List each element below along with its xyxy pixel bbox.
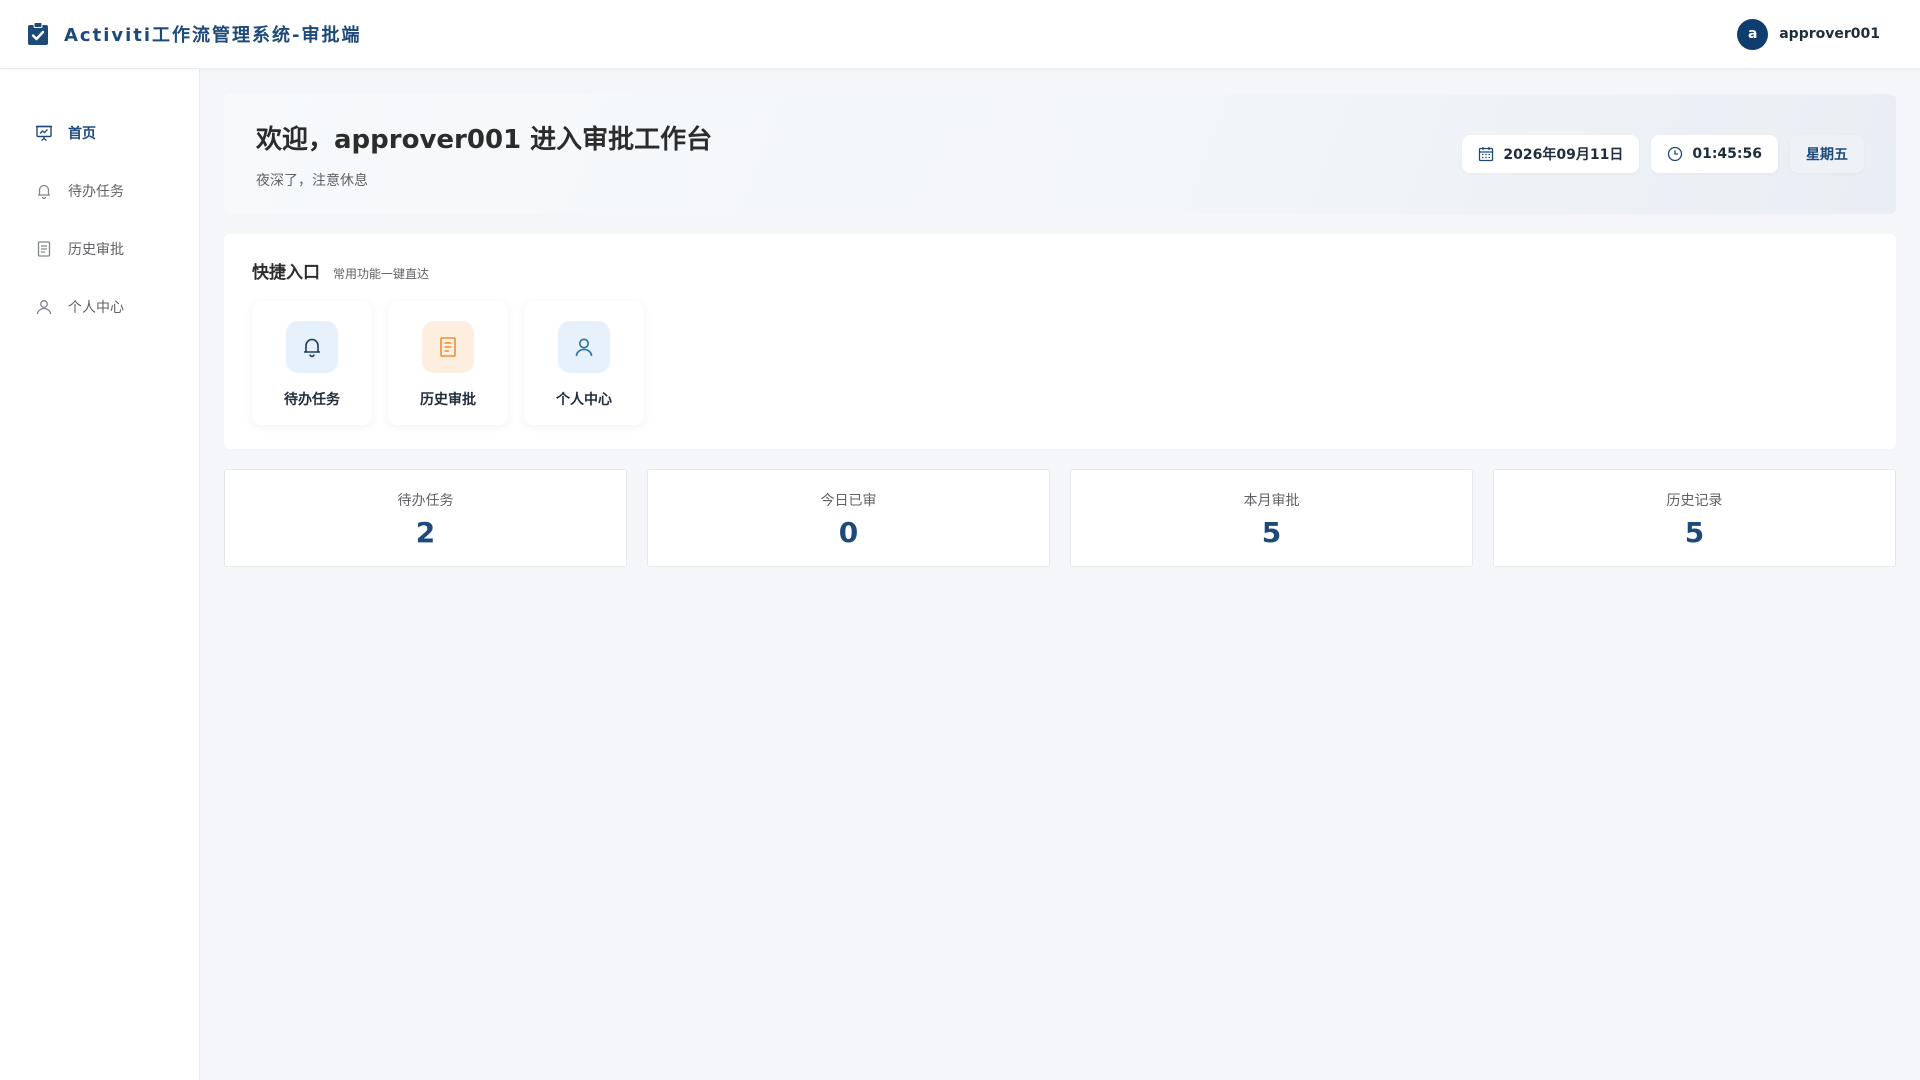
quick-card-todo[interactable]: 待办任务 bbox=[252, 301, 372, 425]
quick-access-title: 快捷入口 bbox=[252, 263, 320, 283]
quick-icon-tile bbox=[558, 321, 610, 373]
main-content: 欢迎，approver001 进入审批工作台 夜深了，注意休息 2026年09月… bbox=[200, 69, 1920, 1080]
bell-icon bbox=[304, 338, 320, 358]
time-text: 01:45:56 bbox=[1692, 146, 1762, 162]
stat-label: 待办任务 bbox=[397, 493, 454, 509]
quick-access-panel: 快捷入口 常用功能一键直达 待办任务 历史审批 个人中心 bbox=[224, 234, 1896, 449]
sidebar-item-home[interactable]: 首页 bbox=[0, 104, 199, 162]
sidebar: 首页 待办任务 历史审批 个人中心 bbox=[0, 69, 200, 1080]
document-icon bbox=[440, 337, 456, 357]
document-icon bbox=[37, 241, 51, 257]
quick-card-label: 待办任务 bbox=[284, 392, 340, 408]
stat-value: 0 bbox=[838, 516, 859, 549]
sidebar-item-todo[interactable]: 待办任务 bbox=[0, 162, 199, 220]
time-chip: 01:45:56 bbox=[1651, 135, 1778, 173]
quick-icon-tile bbox=[286, 321, 338, 373]
user-menu[interactable]: a approver001 bbox=[1737, 18, 1880, 50]
quick-icon-tile bbox=[422, 321, 474, 373]
top-header: Activiti工作流管理系统-审批端 a approver001 bbox=[0, 0, 1920, 69]
sidebar-item-profile[interactable]: 个人中心 bbox=[0, 278, 199, 336]
stat-card-month: 本月审批 5 bbox=[1070, 469, 1473, 567]
stat-value: 5 bbox=[1684, 516, 1705, 549]
app-title: Activiti工作流管理系统-审批端 bbox=[64, 25, 362, 46]
welcome-text: 欢迎，approver001 进入审批工作台 夜深了，注意休息 bbox=[256, 119, 712, 190]
date-chip: 2026年09月11日 bbox=[1462, 135, 1640, 173]
stat-value: 2 bbox=[415, 516, 436, 549]
avatar[interactable]: a bbox=[1737, 18, 1769, 50]
weekday-text: 星期五 bbox=[1806, 147, 1848, 163]
stat-card-todo: 待办任务 2 bbox=[224, 469, 627, 567]
quick-card-label: 个人中心 bbox=[556, 392, 612, 408]
quick-access-subtitle: 常用功能一键直达 bbox=[333, 267, 430, 281]
bell-icon bbox=[38, 184, 50, 200]
quick-access-cards: 待办任务 历史审批 个人中心 bbox=[252, 301, 1868, 425]
sidebar-item-label: 首页 bbox=[68, 126, 96, 142]
brand: Activiti工作流管理系统-审批端 bbox=[27, 21, 362, 47]
quick-card-label: 历史审批 bbox=[420, 392, 476, 408]
sidebar-item-label: 历史审批 bbox=[68, 242, 124, 258]
date-text: 2026年09月11日 bbox=[1503, 147, 1624, 163]
user-icon bbox=[36, 300, 52, 315]
stat-card-history: 历史记录 5 bbox=[1493, 469, 1896, 567]
welcome-banner: 欢迎，approver001 进入审批工作台 夜深了，注意休息 2026年09月… bbox=[224, 94, 1896, 214]
user-icon bbox=[575, 338, 593, 357]
sidebar-item-label: 个人中心 bbox=[68, 300, 124, 316]
sidebar-item-history[interactable]: 历史审批 bbox=[0, 220, 199, 278]
datetime-chips: 2026年09月11日 01:45:56 星期五 bbox=[1450, 135, 1864, 173]
clipboard-check-icon bbox=[27, 22, 49, 46]
sidebar-item-label: 待办任务 bbox=[68, 184, 124, 200]
stat-label: 本月审批 bbox=[1243, 493, 1300, 509]
calendar-icon bbox=[1479, 147, 1494, 162]
quick-card-profile[interactable]: 个人中心 bbox=[524, 301, 644, 425]
username[interactable]: approver001 bbox=[1779, 26, 1880, 42]
welcome-subtitle: 夜深了，注意休息 bbox=[256, 172, 368, 189]
stat-label: 历史记录 bbox=[1666, 493, 1723, 509]
stat-label: 今日已审 bbox=[820, 493, 877, 509]
welcome-title: 欢迎，approver001 进入审批工作台 bbox=[256, 124, 713, 155]
weekday-chip: 星期五 bbox=[1790, 135, 1864, 173]
stat-value: 5 bbox=[1261, 516, 1282, 549]
quick-card-history[interactable]: 历史审批 bbox=[388, 301, 508, 425]
stat-card-today: 今日已审 0 bbox=[647, 469, 1050, 567]
quick-access-header: 快捷入口 常用功能一键直达 bbox=[252, 258, 1868, 283]
clock-icon bbox=[1668, 146, 1683, 162]
stats-row: 待办任务 2 今日已审 0 本月审批 5 历史记录 5 bbox=[224, 469, 1896, 567]
presentation-icon bbox=[36, 125, 52, 142]
